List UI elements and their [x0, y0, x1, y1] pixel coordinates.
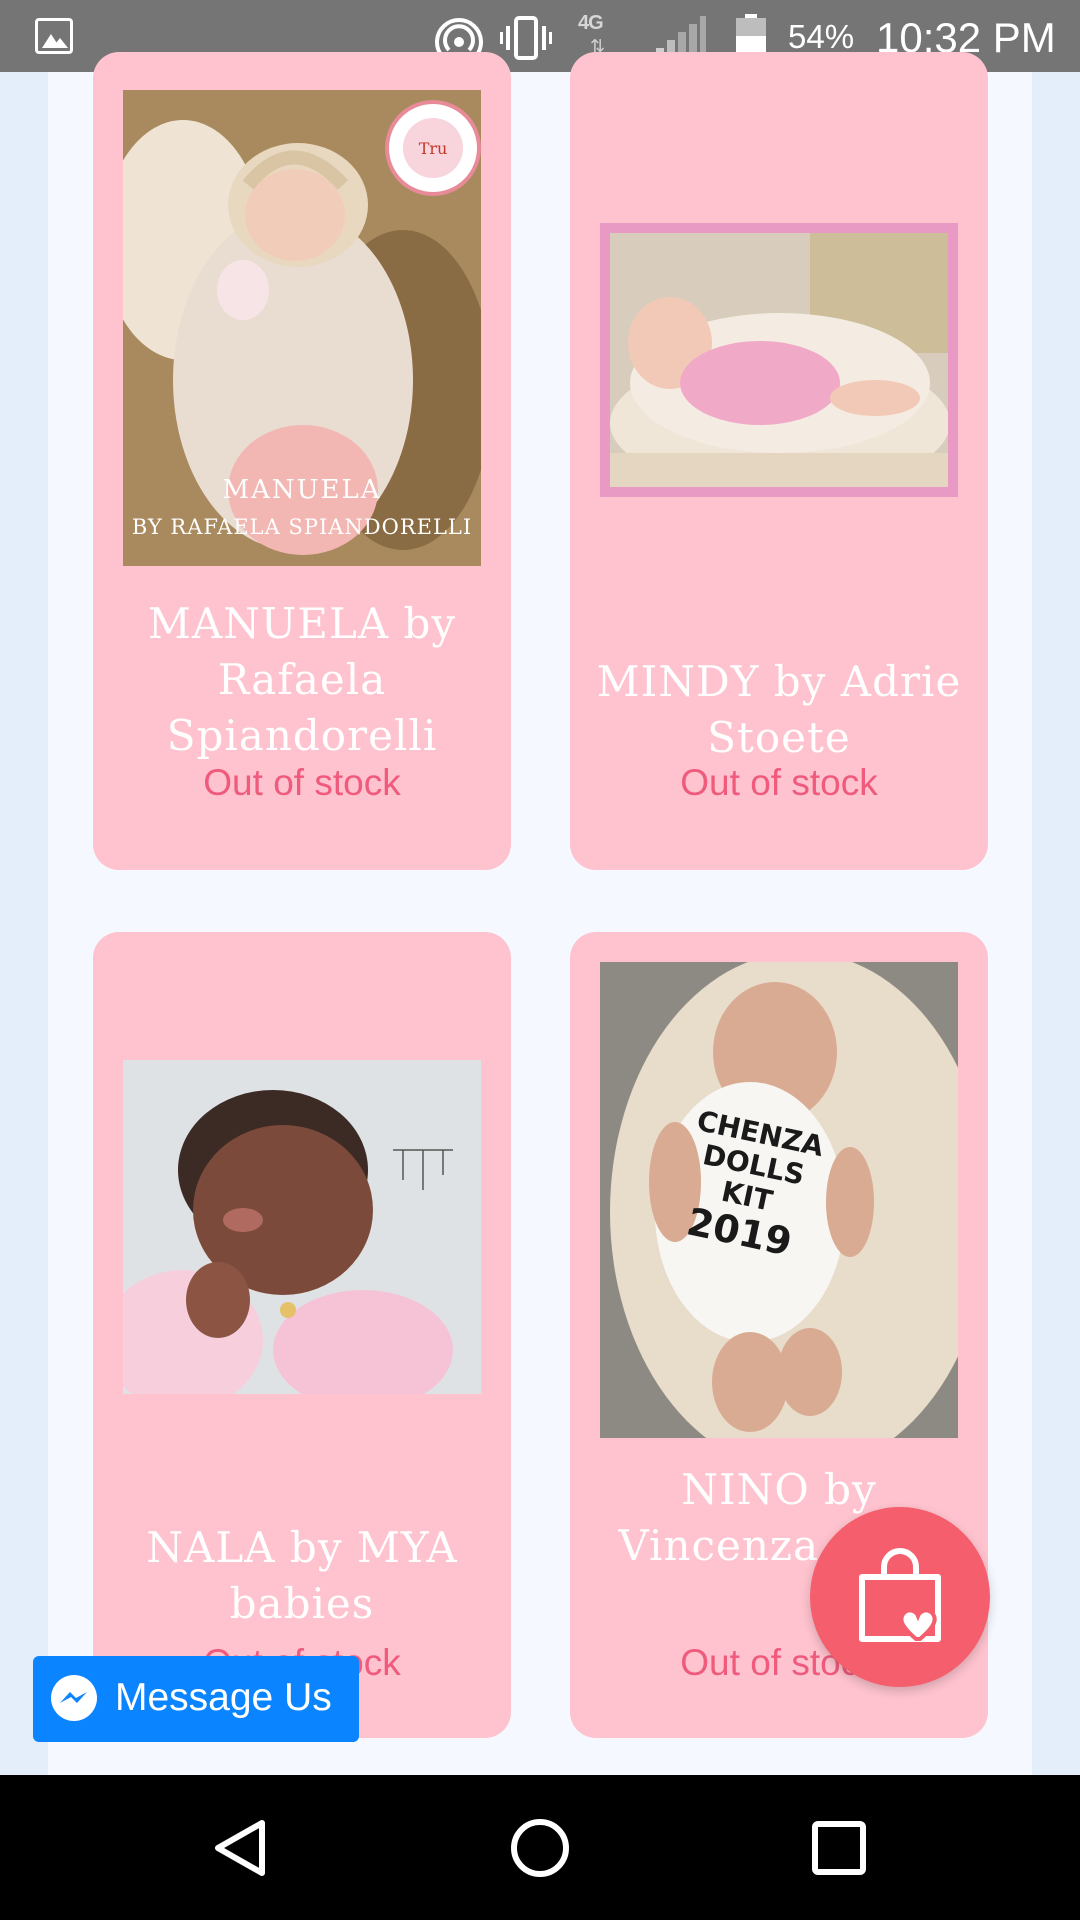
back-icon[interactable]	[210, 1818, 270, 1878]
product-card[interactable]: Tru MANUELA BY RAFAELA SPIANDORELLI MANU…	[93, 52, 511, 870]
shopping-bag-heart-icon	[859, 1548, 941, 1642]
mindy-doll-photo	[610, 233, 950, 493]
product-title[interactable]: NALA by MYA babies	[113, 1520, 491, 1632]
product-image[interactable]: CHENZA DOLLS KIT 2019	[600, 962, 958, 1438]
image-caption-line2: BY RAFAELA SPIANDORELLI	[131, 515, 473, 539]
nala-doll-photo	[123, 1060, 481, 1394]
message-us-button[interactable]: Message Us	[33, 1656, 359, 1742]
product-image[interactable]: Tru MANUELA BY RAFAELA SPIANDORELLI	[123, 90, 481, 566]
nino-doll-photo: CHENZA DOLLS KIT 2019	[600, 962, 958, 1438]
wishlist-button[interactable]	[810, 1507, 990, 1687]
battery-percent: 54%	[788, 18, 855, 55]
home-icon[interactable]	[510, 1818, 570, 1878]
stock-status: Out of stock	[680, 762, 878, 803]
navigation-bar	[0, 1775, 1080, 1920]
image-icon	[35, 18, 73, 54]
messenger-icon	[51, 1675, 97, 1721]
product-image[interactable]	[123, 1060, 481, 1394]
product-image[interactable]	[600, 223, 958, 497]
stock-status: Out of stock	[203, 762, 401, 803]
product-title[interactable]: MANUELA by Rafaela Spiandorelli	[113, 596, 491, 764]
network-4g-icon: 4G	[578, 12, 604, 34]
svg-text:Tru: Tru	[419, 139, 448, 158]
product-title[interactable]: MINDY by Adrie Stoete	[590, 654, 968, 766]
vibrate-icon	[500, 16, 552, 60]
message-us-label: Message Us	[115, 1676, 332, 1719]
image-caption-line1: MANUELA	[222, 475, 382, 505]
recents-icon[interactable]	[812, 1821, 866, 1875]
product-card[interactable]: NALA by MYA babies Out of stock	[93, 932, 511, 1738]
product-card[interactable]: MINDY by Adrie Stoete Out of stock	[570, 52, 988, 870]
